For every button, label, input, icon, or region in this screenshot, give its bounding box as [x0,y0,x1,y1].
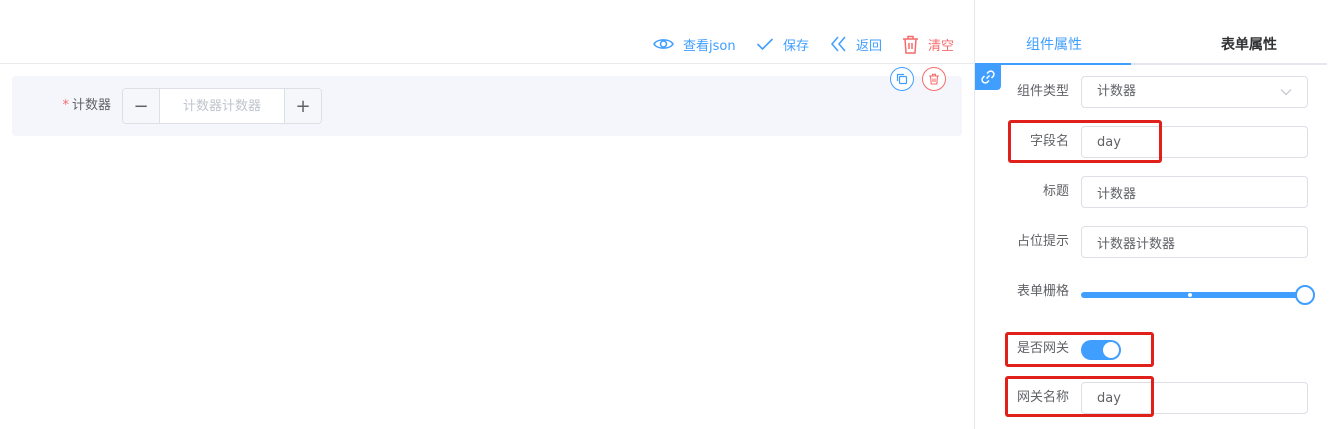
toolbar: 查看json 保存 返回 清空 [0,0,974,64]
placeholder-input[interactable] [1081,226,1308,258]
back-button[interactable]: 返回 [830,33,882,55]
view-json-button[interactable]: 查看json [653,33,736,55]
copy-icon [896,73,908,85]
title-input[interactable] [1081,176,1308,208]
copy-item-button[interactable] [890,67,914,91]
save-label: 保存 [783,38,810,54]
placeholder-label: 占位提示 [1016,234,1069,249]
counter-input[interactable] [160,89,284,123]
increment-button[interactable]: + [284,89,321,123]
title-label: 标题 [1042,184,1069,199]
trash-icon [929,73,939,85]
required-mark: * [62,98,69,113]
switch-knob [1103,342,1119,358]
tab-component-properties[interactable]: 组件属性 [1026,20,1082,65]
component-type-value: 计数器 [1097,84,1137,99]
trash-icon [903,35,918,54]
field-name-label: 字段名 [1029,134,1069,149]
component-type-label: 组件类型 [1016,84,1069,99]
double-chevron-left-icon [831,36,846,52]
properties-panel: 组件属性 表单属性 组件类型 计数器 字段名 标题 占位提示 表单栅格 是否网关… [974,0,1338,429]
check-icon [756,38,774,51]
chevron-down-icon [1280,89,1292,96]
delete-item-button[interactable] [922,67,946,91]
designer-area: 查看json 保存 返回 清空 *计数器 − + [0,0,974,429]
is-gateway-switch[interactable] [1081,340,1121,360]
field-name-input[interactable] [1081,126,1308,158]
counter-input-number: − + [122,88,322,124]
slider-handle[interactable] [1295,285,1315,305]
field-label-text: 计数器 [71,98,111,113]
form-grid-slider[interactable] [1081,285,1315,305]
tab-form-properties[interactable]: 表单属性 [1221,20,1277,65]
form-grid-label: 表单栅格 [1016,284,1069,299]
eye-icon [653,39,674,49]
component-type-select[interactable]: 计数器 [1081,76,1308,108]
clear-label: 清空 [928,38,955,54]
field-label: * 计数器 [12,76,111,136]
panel-tabs: 组件属性 表单属性 [975,20,1327,65]
back-label: 返回 [856,38,883,54]
is-gateway-label: 是否网关 [1016,341,1069,356]
form-item-counter[interactable]: *计数器 − + [12,76,962,136]
decrement-button[interactable]: − [123,89,160,123]
gateway-name-label: 网关名称 [1016,390,1069,405]
view-json-label: 查看json [683,38,736,54]
clear-button[interactable]: 清空 [902,33,954,55]
save-button[interactable]: 保存 [756,33,809,55]
gateway-name-input[interactable] [1081,382,1308,414]
slider-stop [1188,293,1192,297]
